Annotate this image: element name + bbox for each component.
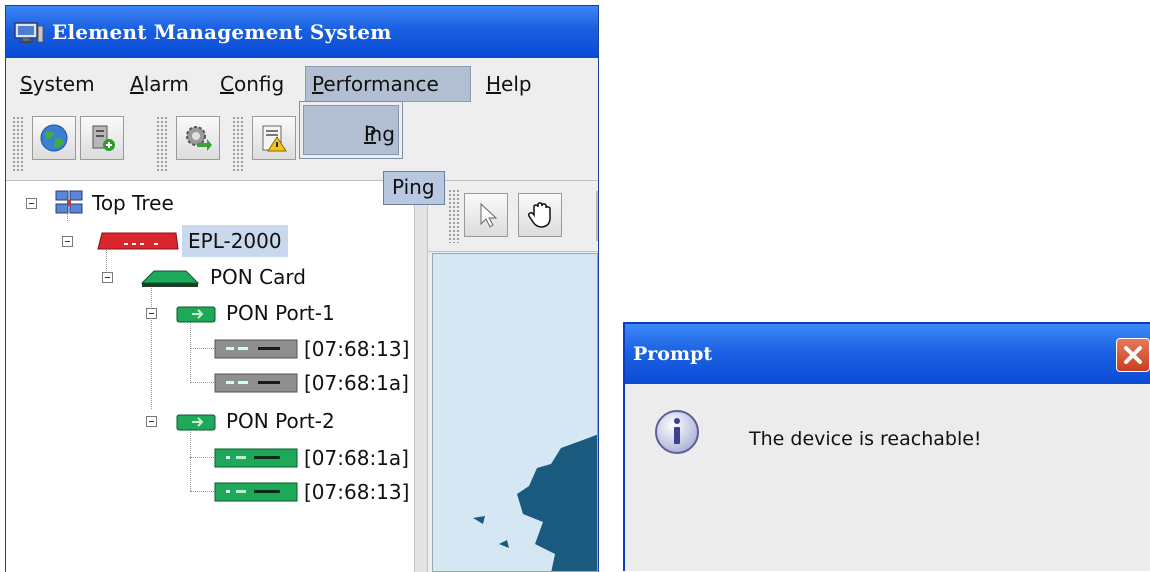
toolbar-grip[interactable] <box>156 116 168 172</box>
collapse-icon[interactable] <box>62 236 73 247</box>
tree-onu-label: [07:68:13] <box>304 337 410 361</box>
menu-config[interactable]: Config <box>214 66 290 102</box>
menu-help-label: elp <box>501 72 532 96</box>
olt-device-icon <box>97 232 179 250</box>
hand-pan-icon <box>527 202 551 228</box>
tree-connector <box>190 457 214 458</box>
menu-performance[interactable]: Performance <box>305 66 471 102</box>
window-titlebar[interactable]: Element Management System <box>6 6 598 58</box>
menu-performance-label: erformance <box>323 72 439 96</box>
tooltip-text: Ping <box>392 175 435 199</box>
tree-onu-label: [07:68:13] <box>304 480 410 504</box>
menu-system-label: ystem <box>32 72 95 96</box>
topology-map[interactable] <box>432 253 598 572</box>
prompt-dialog: Prompt The device is reachable! <box>623 322 1150 571</box>
collapse-icon[interactable] <box>26 198 37 209</box>
tree-node-device[interactable]: EPL-2000 <box>62 225 312 257</box>
onu-gray-icon <box>214 373 298 393</box>
map-panel <box>428 181 598 572</box>
menu-alarm[interactable]: Alarm <box>124 66 195 102</box>
menu-alarm-label: larm <box>143 72 189 96</box>
tree-onu-label: [07:68:1a] <box>304 446 409 470</box>
tree-connector <box>190 382 214 383</box>
alarm-report-icon <box>262 125 287 152</box>
tree-card-label: PON Card <box>210 265 306 289</box>
menu-config-mnemonic: C <box>220 72 234 96</box>
collapse-icon[interactable] <box>102 272 113 283</box>
toolbar-separator <box>596 191 598 241</box>
gear-arrow-icon <box>186 126 212 151</box>
tree-connector <box>190 348 214 349</box>
config-button[interactable] <box>176 116 220 160</box>
dialog-titlebar[interactable]: Prompt <box>625 324 1150 384</box>
tree-node-port[interactable]: PON Port-2 <box>146 405 386 437</box>
dialog-title: Prompt <box>633 343 713 365</box>
tree-root-label: Top Tree <box>92 191 174 215</box>
menu-system-mnemonic: S <box>20 72 33 96</box>
discover-button[interactable] <box>32 116 76 160</box>
app-computer-icon <box>14 22 44 43</box>
tree-node-onu[interactable]: [07:68:1a] <box>214 442 414 474</box>
tree-port-label: PON Port-2 <box>226 409 335 433</box>
menu-help[interactable]: Help <box>480 66 538 102</box>
pointer-icon <box>480 202 498 228</box>
pan-tool-button[interactable] <box>518 193 562 237</box>
alarm-report-button[interactable] <box>252 116 296 160</box>
onu-green-icon <box>214 448 298 468</box>
add-device-button[interactable] <box>80 116 124 160</box>
tree-node-onu[interactable]: [07:68:13] <box>214 333 414 365</box>
globe-icon <box>40 124 68 152</box>
collapse-icon[interactable] <box>146 308 157 319</box>
toolbar-grip[interactable] <box>12 116 24 172</box>
onu-gray-icon <box>214 339 298 359</box>
device-tree: Top Tree EPL-2000 PON Card PON Port-1 [0… <box>6 181 414 572</box>
close-icon <box>1124 346 1142 364</box>
close-button[interactable] <box>1116 338 1150 372</box>
menu-config-label: onfig <box>233 72 285 96</box>
tree-node-root[interactable]: Top Tree <box>20 187 220 219</box>
tree-onu-label: [07:68:1a] <box>304 371 409 395</box>
tree-node-port[interactable]: PON Port-1 <box>146 297 386 329</box>
dialog-message: The device is reachable! <box>749 428 982 450</box>
info-icon <box>655 410 699 454</box>
menu-system[interactable]: System <box>14 66 101 102</box>
menu-help-mnemonic: H <box>486 72 502 96</box>
menu-alarm-mnemonic: A <box>130 72 144 96</box>
toolbar-grip[interactable] <box>232 116 244 172</box>
pon-port-icon <box>176 414 216 431</box>
toolbar-grip[interactable] <box>448 189 460 243</box>
tree-connector <box>190 491 214 492</box>
split-pane-divider[interactable] <box>414 181 428 572</box>
map-toolbar <box>428 181 598 252</box>
pon-port-icon <box>176 306 216 323</box>
performance-dropdown: Ping <box>299 101 403 159</box>
tree-node-card[interactable]: PON Card <box>102 261 342 293</box>
tree-port-label: PON Port-1 <box>226 301 335 325</box>
tree-node-onu[interactable]: [07:68:13] <box>214 476 414 508</box>
pon-card-icon <box>140 270 200 287</box>
window-title: Element Management System <box>52 20 392 44</box>
collapse-icon[interactable] <box>146 416 157 427</box>
ems-window: Element Management System System Alarm C… <box>5 5 599 572</box>
select-tool-button[interactable] <box>464 193 508 237</box>
ping-tooltip: Ping <box>383 171 445 205</box>
server-add-icon <box>92 125 115 151</box>
menu-item-ping[interactable]: Ping <box>303 105 399 155</box>
network-tree-icon <box>55 190 83 214</box>
menu-item-ping-label: ing <box>364 122 395 146</box>
menu-performance-mnemonic: P <box>312 72 324 96</box>
tree-device-label: EPL-2000 <box>182 225 288 257</box>
map-landmass <box>473 434 597 571</box>
onu-green-icon <box>214 482 298 502</box>
tree-node-onu[interactable]: [07:68:1a] <box>214 367 414 399</box>
